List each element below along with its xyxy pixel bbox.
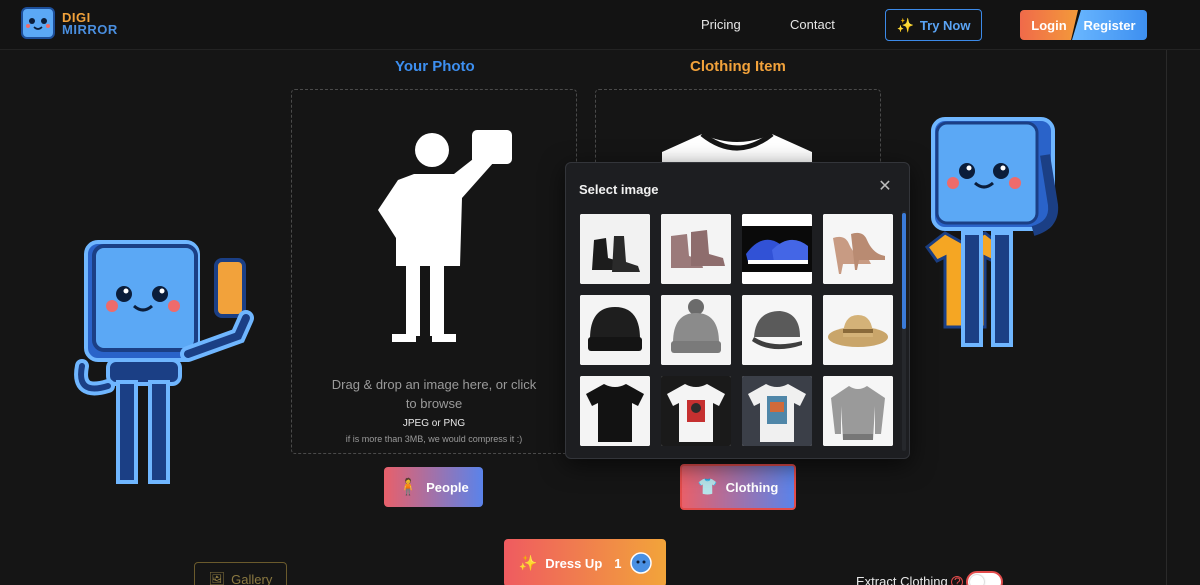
clothing-item-title: Clothing Item — [690, 58, 786, 75]
register-button[interactable]: Register — [1072, 10, 1147, 40]
mascot-selfie-illustration — [74, 240, 254, 484]
login-button[interactable]: Login — [1020, 10, 1078, 40]
coin-icon — [629, 552, 652, 574]
toggle-knob — [970, 575, 984, 585]
thumb-grey-knit-sweater[interactable] — [823, 376, 893, 446]
clothing-label: Clothing — [725, 479, 779, 495]
try-now-label: Try Now — [919, 17, 971, 33]
clothing-icon: 👕 — [697, 479, 718, 496]
top-nav-bar: DIGI MIRROR Pricing Contact ✨ Try Now Lo… — [0, 0, 1200, 50]
thumb-white-print-tshirt[interactable] — [742, 376, 812, 446]
person-selfie-icon — [378, 130, 512, 342]
help-icon[interactable]: ? — [951, 576, 964, 585]
thumb-nude-high-heels[interactable] — [823, 214, 893, 284]
people-button[interactable]: 🧍 People — [384, 467, 483, 507]
extract-clothing-label: Extract Clothing ? — [856, 574, 964, 585]
thumb-grey-pompom-beanie[interactable] — [661, 295, 731, 365]
try-now-button[interactable]: ✨ Try Now — [885, 9, 982, 41]
magic-wand-icon: ✨ — [896, 16, 914, 33]
logo[interactable]: DIGI MIRROR — [20, 6, 118, 42]
thumb-straw-sun-hat[interactable] — [823, 295, 893, 365]
credit-count: 1 — [614, 555, 622, 571]
compress-note: if is more than 3MB, we would compress i… — [345, 434, 523, 444]
people-label: People — [426, 479, 469, 495]
thumb-mauve-chelsea-boots[interactable] — [661, 214, 731, 284]
dress-up-button[interactable]: ✨ Dress Up 1 — [504, 539, 666, 585]
gallery-label: Gallery — [231, 571, 273, 585]
extract-clothing-toggle[interactable] — [966, 571, 1003, 585]
thumb-black-boots[interactable] — [580, 214, 650, 284]
person-icon: 🧍 — [398, 479, 419, 496]
thumb-white-graphic-tshirt[interactable] — [661, 376, 731, 446]
image-icon: 🖼 — [208, 571, 226, 585]
select-image-modal: Select image ✕ — [565, 162, 910, 459]
magic-wand-icon: ✨ — [518, 555, 538, 572]
thumb-black-beanie[interactable] — [580, 295, 650, 365]
mascot-holding-shirt-illustration — [924, 117, 1059, 347]
image-grid — [580, 214, 896, 446]
logo-line-2: MIRROR — [62, 22, 118, 37]
nav-contact-link[interactable]: Contact — [790, 17, 835, 32]
thumb-grey-baseball-cap[interactable] — [742, 295, 812, 365]
gallery-button[interactable]: 🖼 Gallery — [194, 562, 287, 585]
auth-buttons: Login Register — [1020, 10, 1147, 40]
logo-wordmark: DIGI MIRROR — [62, 11, 118, 37]
modal-scrollbar[interactable] — [902, 213, 906, 329]
your-photo-title: Your Photo — [395, 58, 475, 75]
right-divider — [1166, 50, 1167, 585]
photo-drop-zone[interactable]: Drag & drop an image here, or click to b… — [291, 89, 577, 454]
dress-up-label: Dress Up — [545, 555, 603, 571]
extract-clothing-text: Extract Clothing — [856, 574, 948, 585]
drop-instructions: Drag & drop an image here, or click to b… — [331, 377, 537, 411]
modal-title: Select image — [579, 182, 659, 197]
clothing-button[interactable]: 👕 Clothing — [680, 464, 796, 510]
thumb-blue-sneakers[interactable] — [742, 214, 812, 284]
file-format-note: JPEG or PNG — [402, 418, 466, 429]
nav-pricing-link[interactable]: Pricing — [701, 17, 741, 32]
logo-mascot-icon — [21, 7, 55, 39]
close-icon[interactable]: ✕ — [876, 178, 894, 196]
thumb-black-tshirt[interactable] — [580, 376, 650, 446]
